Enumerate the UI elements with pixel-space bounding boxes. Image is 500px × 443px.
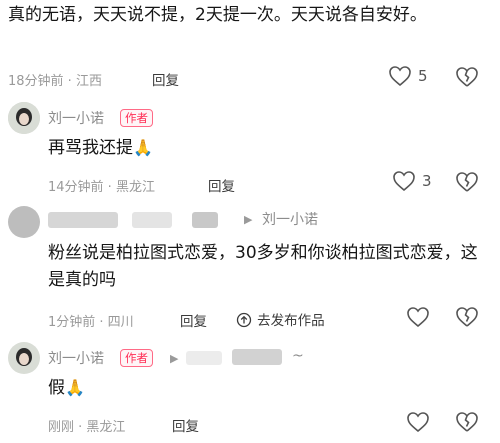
comment-text: 假🙏 <box>48 374 85 402</box>
comment-text: 真的无语，天天说不提，2天提一次。天天说各自安好。 <box>8 5 427 25</box>
reply-button[interactable]: 回复 <box>152 69 179 89</box>
comment-text-content: 再骂我还提 <box>48 138 133 158</box>
blurred-badge <box>192 212 218 228</box>
avatar[interactable] <box>8 206 40 238</box>
blurred-username <box>232 349 282 365</box>
heart-icon <box>389 66 411 87</box>
reply-to-suffix: ~ <box>292 348 304 364</box>
dislike-button[interactable] <box>455 411 479 437</box>
reply-to-name[interactable]: 刘一小诺 <box>262 209 318 229</box>
avatar[interactable] <box>8 102 40 134</box>
like-button[interactable]: 3 <box>392 170 442 196</box>
go-publish-label: 去发布作品 <box>257 313 325 329</box>
comment-text: 粉丝说是柏拉图式恋爱，30多岁和你谈柏拉图式恋爱，这是真的吗 <box>48 243 478 290</box>
reply-button[interactable]: 回复 <box>180 310 207 330</box>
comment-time-location: 刚刚 · 黑龙江 <box>48 420 126 435</box>
heart-icon <box>393 171 415 192</box>
author-badge: 作者 <box>120 109 153 127</box>
like-button[interactable] <box>406 411 430 437</box>
upload-icon <box>236 312 252 328</box>
heart-icon <box>407 307 429 328</box>
like-count: 5 <box>418 67 428 85</box>
avatar[interactable] <box>8 342 40 374</box>
comment-text-content: 假 <box>48 378 65 398</box>
dislike-button[interactable] <box>455 306 479 332</box>
author-name[interactable]: 刘一小诺 <box>48 108 104 128</box>
reply-button[interactable]: 回复 <box>208 175 235 195</box>
dislike-button[interactable] <box>455 66 479 92</box>
broken-heart-icon <box>456 412 478 432</box>
broken-heart-icon <box>456 307 478 327</box>
praying-emoji-icon: 🙏 <box>65 378 85 397</box>
comment-text: 再骂我还提🙏 <box>48 134 153 162</box>
reply-arrow-icon: ▶ <box>170 352 179 365</box>
blurred-username <box>186 351 222 365</box>
author-badge: 作者 <box>120 349 153 367</box>
like-button[interactable]: 5 <box>388 65 438 91</box>
like-count: 3 <box>422 172 432 190</box>
heart-icon <box>407 412 429 433</box>
praying-emoji-icon: 🙏 <box>133 138 153 157</box>
author-name[interactable]: 刘一小诺 <box>48 348 104 368</box>
go-publish-button[interactable]: 去发布作品 <box>236 309 325 329</box>
dislike-button[interactable] <box>455 171 479 197</box>
reply-arrow-icon: ▶ <box>244 213 253 226</box>
broken-heart-icon <box>456 172 478 192</box>
comment-time-location: 1分钟前 · 四川 <box>48 315 134 330</box>
like-button[interactable] <box>406 306 430 332</box>
blurred-username <box>48 212 118 228</box>
comment-time-location: 18分钟前 · 江西 <box>8 74 102 89</box>
broken-heart-icon <box>456 67 478 87</box>
comment-time-location: 14分钟前 · 黑龙江 <box>48 180 155 195</box>
blurred-badge <box>132 212 172 228</box>
reply-button[interactable]: 回复 <box>172 415 199 435</box>
